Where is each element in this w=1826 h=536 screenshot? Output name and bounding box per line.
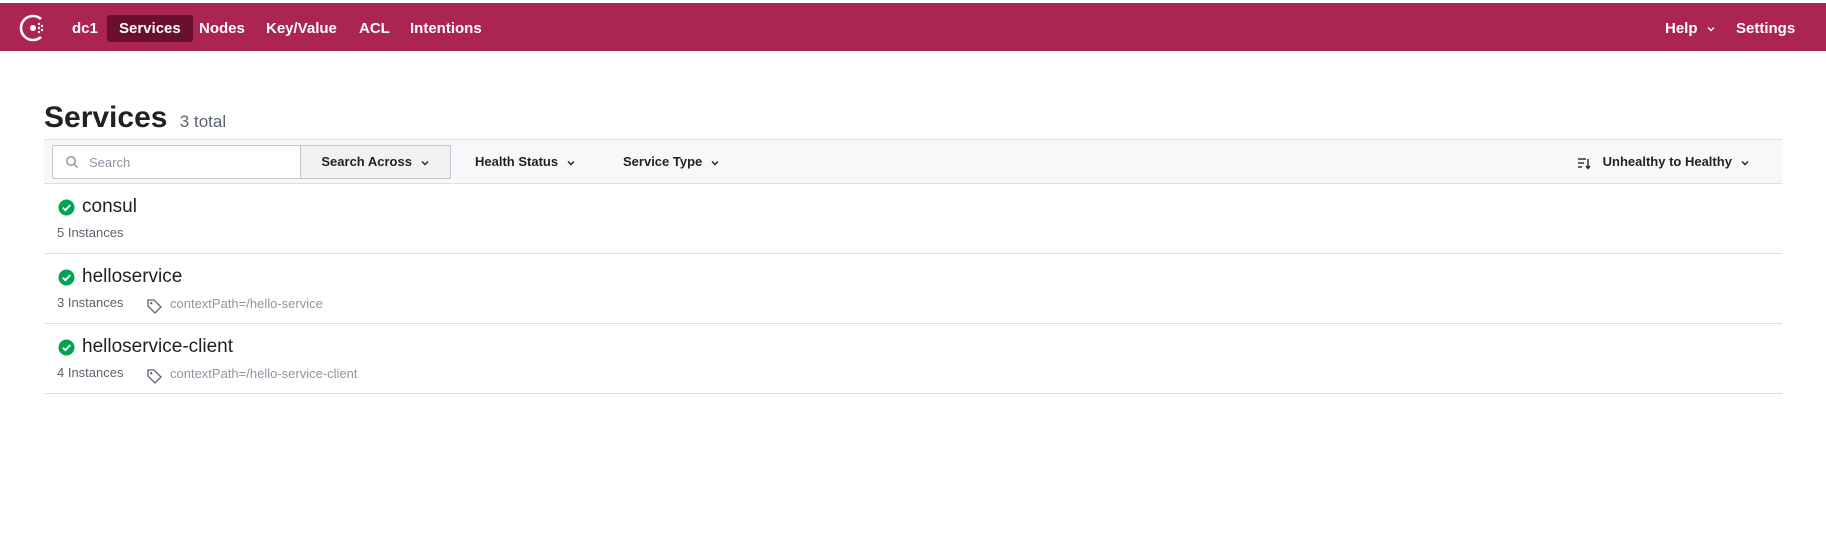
service-name[interactable]: helloservice <box>82 265 182 289</box>
search-across-label: Search Across <box>321 154 412 169</box>
datacenter-selector[interactable]: dc1 <box>60 15 110 42</box>
search-across-dropdown[interactable]: Search Across <box>300 145 451 179</box>
service-tag: contextPath=/hello-service-client <box>170 366 358 381</box>
health-status-filter[interactable]: Health Status <box>475 145 576 179</box>
chevron-down-icon <box>1741 160 1749 166</box>
nav-key-value[interactable]: Key/Value <box>254 15 349 42</box>
instance-count: 3 Instances <box>57 295 124 310</box>
sort-icon <box>1578 157 1591 170</box>
check-circle-icon <box>58 269 75 286</box>
search-field[interactable] <box>52 145 300 179</box>
page-title: Services 3 total <box>44 100 226 140</box>
help-menu[interactable]: Help <box>1653 15 1728 42</box>
help-label: Help <box>1665 20 1698 37</box>
sort-dropdown[interactable]: Unhealthy to Healthy <box>1577 145 1750 179</box>
check-circle-icon <box>58 199 75 216</box>
service-type-label: Service Type <box>623 154 703 169</box>
sort-label: Unhealthy to Healthy <box>1602 154 1732 169</box>
service-row-helloservice[interactable]: helloservice 3 Instances contextPath=/he… <box>44 254 1782 324</box>
service-row-consul[interactable]: consul 5 Instances <box>44 184 1782 254</box>
service-type-filter[interactable]: Service Type <box>623 145 720 179</box>
tag-icon <box>147 299 162 314</box>
search-icon <box>66 156 79 169</box>
chevron-down-icon <box>711 160 719 166</box>
search-input[interactable] <box>87 146 292 178</box>
nav-intentions[interactable]: Intentions <box>398 15 494 42</box>
health-status-label: Health Status <box>475 154 559 169</box>
service-row-helloservice-client[interactable]: helloservice-client 4 Instances contextP… <box>44 324 1782 394</box>
top-navigation: dc1 Services Nodes Key/Value ACL Intenti… <box>0 3 1826 51</box>
page-title-text: Services <box>44 101 168 134</box>
service-tag: contextPath=/hello-service <box>170 296 323 311</box>
nav-acl[interactable]: ACL <box>347 15 402 42</box>
instance-count: 4 Instances <box>57 365 124 380</box>
nav-nodes[interactable]: Nodes <box>187 15 257 42</box>
nav-settings[interactable]: Settings <box>1724 15 1807 42</box>
filter-bar: Search Across Health Status Service Type… <box>44 139 1782 184</box>
instance-count: 5 Instances <box>57 225 124 240</box>
service-name[interactable]: consul <box>82 195 137 219</box>
consul-logo-icon[interactable] <box>18 13 48 43</box>
check-circle-icon <box>58 339 75 356</box>
chevron-down-icon <box>567 160 575 166</box>
chevron-down-icon <box>1707 27 1715 32</box>
nav-services[interactable]: Services <box>107 15 193 42</box>
chevron-down-icon <box>421 160 429 166</box>
service-name[interactable]: helloservice-client <box>82 335 233 359</box>
tag-icon <box>147 369 162 384</box>
service-count: 3 total <box>179 112 227 131</box>
